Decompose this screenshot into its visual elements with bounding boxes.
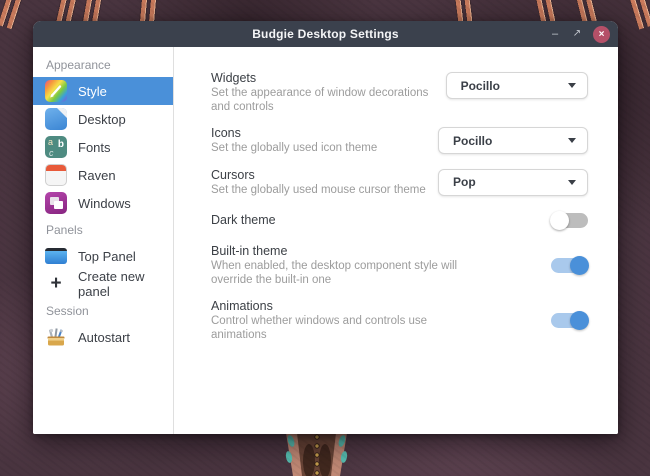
section-panels: Panels bbox=[33, 217, 173, 242]
sidebar-item-raven[interactable]: Raven bbox=[33, 161, 173, 189]
sidebar-item-label: Fonts bbox=[78, 140, 111, 155]
sidebar-item-autostart[interactable]: Autostart bbox=[33, 323, 173, 351]
wallpaper-ornament bbox=[280, 433, 353, 476]
windows-icon bbox=[45, 192, 67, 214]
section-appearance: Appearance bbox=[33, 52, 173, 77]
budgie-settings-window: Budgie Desktop Settings – ↗ × Appearance… bbox=[33, 21, 618, 434]
dropdown-value: Pocillo bbox=[453, 134, 568, 148]
sidebar-item-create-new-panel[interactable]: + Create new panel bbox=[33, 270, 173, 298]
sidebar-item-label: Raven bbox=[78, 168, 116, 183]
animations-toggle[interactable] bbox=[551, 313, 588, 328]
dark-theme-toggle[interactable] bbox=[551, 213, 588, 228]
section-session: Session bbox=[33, 298, 173, 323]
sidebar-item-top-panel[interactable]: Top Panel bbox=[33, 242, 173, 270]
sidebar-item-style[interactable]: Style bbox=[33, 77, 173, 105]
dropdown-value: Pop bbox=[453, 175, 568, 189]
toggle-knob bbox=[570, 256, 589, 275]
toggle-knob bbox=[550, 211, 569, 230]
settings-panel: Widgets Set the appearance of window dec… bbox=[174, 47, 618, 434]
setting-title: Cursors bbox=[211, 168, 426, 183]
style-icon bbox=[45, 80, 67, 102]
minimize-icon[interactable]: – bbox=[549, 29, 561, 40]
sidebar-item-windows[interactable]: Windows bbox=[33, 189, 173, 217]
sidebar-item-label: Create new panel bbox=[78, 269, 173, 299]
titlebar[interactable]: Budgie Desktop Settings – ↗ × bbox=[33, 21, 618, 47]
cursors-theme-dropdown[interactable]: Pop bbox=[438, 169, 588, 196]
setting-row-cursors: Cursors Set the globally used mouse curs… bbox=[211, 168, 588, 198]
setting-description: Control whether windows and controls use… bbox=[211, 315, 461, 342]
setting-title: Built-in theme bbox=[211, 244, 461, 259]
maximize-icon[interactable]: ↗ bbox=[571, 29, 583, 39]
desktop-icon bbox=[45, 108, 67, 130]
sidebar-item-label: Desktop bbox=[78, 112, 126, 127]
toggle-knob bbox=[570, 311, 589, 330]
setting-description: Set the globally used mouse cursor theme bbox=[211, 184, 426, 198]
close-icon[interactable]: × bbox=[593, 26, 610, 43]
setting-row-animations: Animations Control whether windows and c… bbox=[211, 299, 588, 342]
fonts-icon-letter: a bbox=[48, 137, 53, 147]
setting-title: Dark theme bbox=[211, 213, 276, 228]
raven-icon bbox=[45, 164, 67, 186]
setting-row-built-in-theme: Built-in theme When enabled, the desktop… bbox=[211, 244, 588, 287]
sidebar: Appearance Style Desktop a b c bbox=[33, 47, 174, 434]
setting-title: Widgets bbox=[211, 71, 446, 86]
sidebar-item-desktop[interactable]: Desktop bbox=[33, 105, 173, 133]
setting-description: When enabled, the desktop component styl… bbox=[211, 260, 461, 287]
fonts-icon-letter: c bbox=[49, 148, 54, 158]
setting-title: Animations bbox=[211, 299, 461, 314]
setting-title: Icons bbox=[211, 126, 377, 141]
plus-icon: + bbox=[45, 274, 67, 294]
setting-row-widgets: Widgets Set the appearance of window dec… bbox=[211, 71, 588, 114]
window-controls: – ↗ × bbox=[549, 26, 618, 43]
autostart-icon bbox=[45, 326, 67, 348]
widgets-theme-dropdown[interactable]: Pocillo bbox=[446, 72, 588, 99]
fonts-icon: a b c bbox=[45, 136, 67, 158]
panel-icon bbox=[45, 248, 67, 264]
sidebar-item-fonts[interactable]: a b c Fonts bbox=[33, 133, 173, 161]
setting-description: Set the appearance of window decorations… bbox=[211, 87, 446, 114]
chevron-down-icon bbox=[568, 180, 576, 185]
sidebar-item-label: Autostart bbox=[78, 330, 130, 345]
wallpaper-ribbon bbox=[0, 0, 24, 30]
setting-row-icons: Icons Set the globally used icon theme P… bbox=[211, 126, 588, 156]
sidebar-item-label: Style bbox=[78, 84, 107, 99]
sidebar-item-label: Top Panel bbox=[78, 249, 136, 264]
icons-theme-dropdown[interactable]: Pocillo bbox=[438, 127, 588, 154]
setting-row-dark-theme: Dark theme bbox=[211, 213, 588, 228]
dropdown-value: Pocillo bbox=[461, 79, 568, 93]
window-title: Budgie Desktop Settings bbox=[33, 27, 618, 41]
setting-description: Set the globally used icon theme bbox=[211, 142, 377, 156]
chevron-down-icon bbox=[568, 138, 576, 143]
chevron-down-icon bbox=[568, 83, 576, 88]
sidebar-item-label: Windows bbox=[78, 196, 131, 211]
fonts-icon-letter: b bbox=[58, 139, 64, 150]
built-in-theme-toggle[interactable] bbox=[551, 258, 588, 273]
wallpaper-ribbon bbox=[628, 0, 650, 30]
